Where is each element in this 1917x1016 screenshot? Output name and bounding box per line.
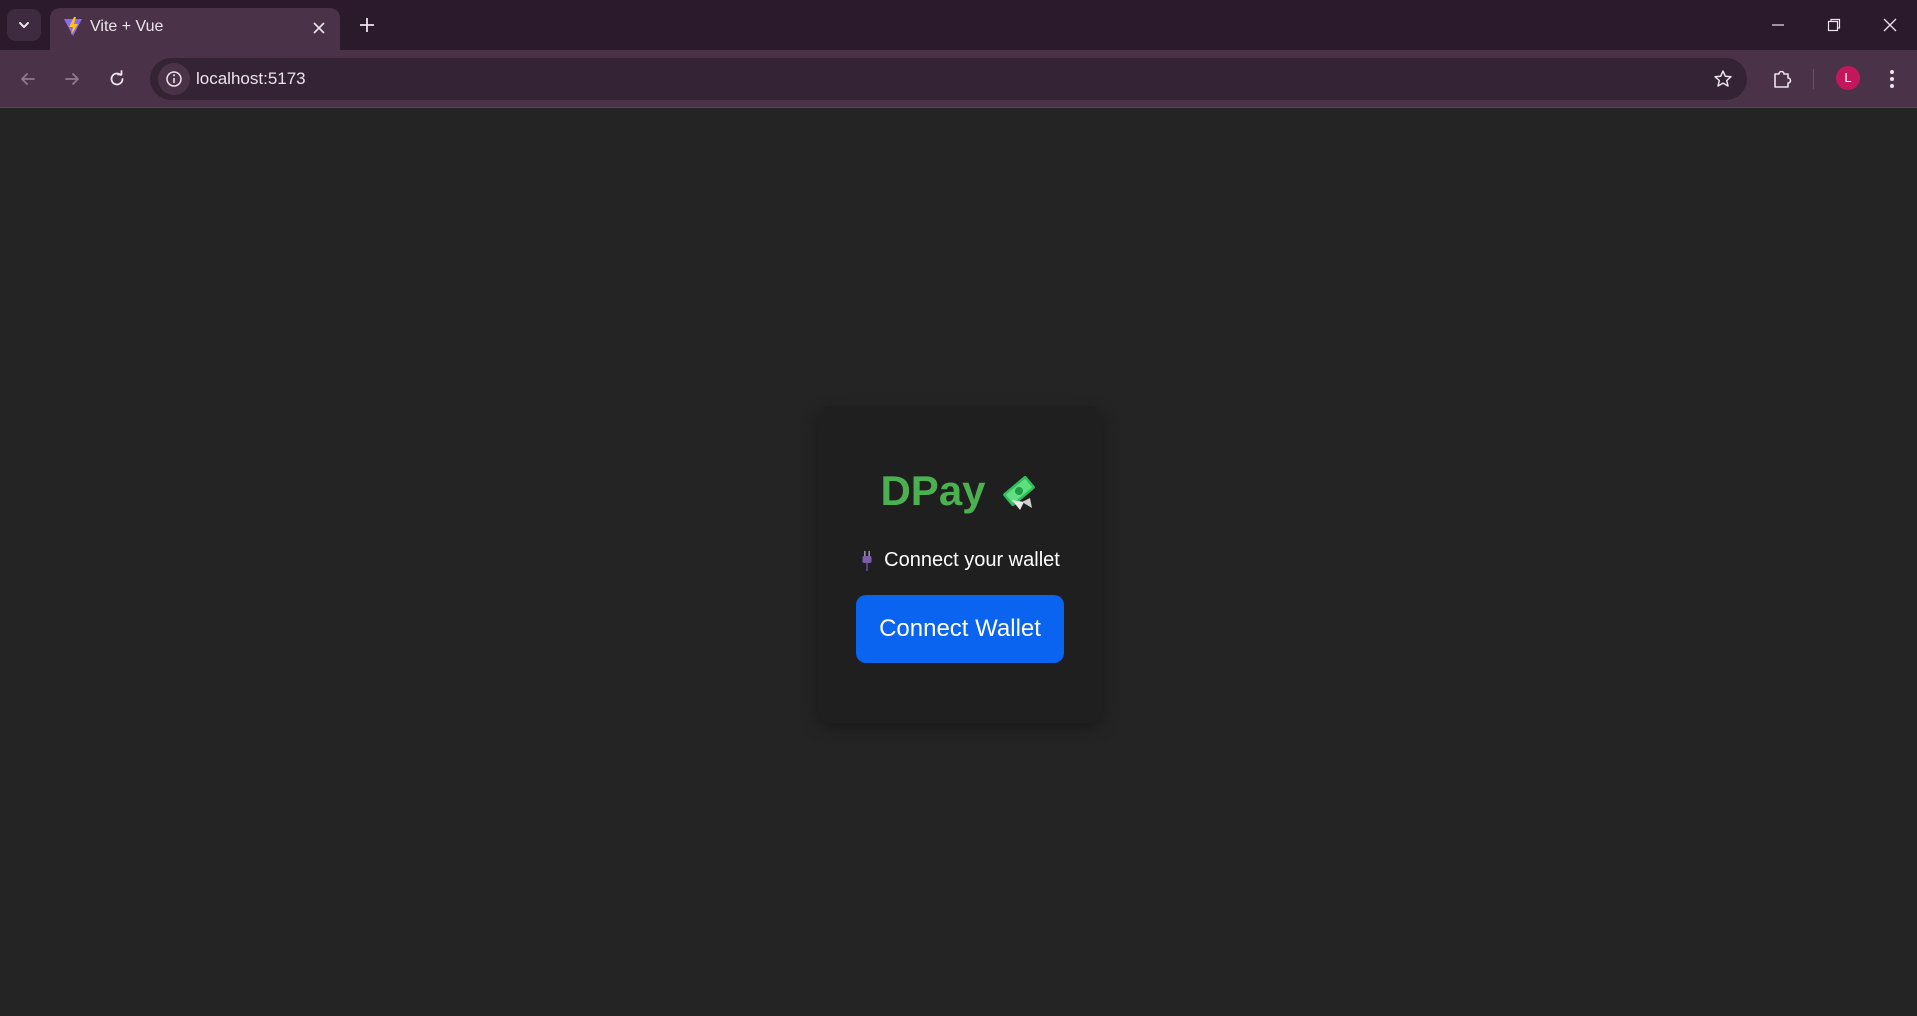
tab-search-button[interactable]: [7, 9, 41, 41]
close-icon: [313, 22, 325, 34]
site-info-button[interactable]: [158, 63, 190, 95]
url-text[interactable]: localhost:5173: [196, 69, 306, 89]
page-viewport: DPay Connect your wallet Connect Wallet: [0, 108, 1917, 1016]
star-icon: [1714, 70, 1732, 87]
browser-menu-button[interactable]: [1876, 63, 1908, 95]
plug-icon: [862, 550, 872, 571]
restore-button[interactable]: [1806, 0, 1862, 50]
reload-icon: [110, 70, 124, 86]
browser-toolbar: localhost:5173 L: [0, 50, 1917, 108]
vite-favicon-icon: [64, 17, 82, 36]
extensions-button[interactable]: [1766, 63, 1798, 95]
new-tab-button[interactable]: [352, 10, 382, 40]
browser-tab[interactable]: Vite + Vue: [50, 8, 340, 50]
wallet-status: Connect your wallet: [818, 549, 1102, 572]
info-icon: [166, 71, 182, 87]
back-button[interactable]: [12, 63, 44, 95]
close-icon: [1883, 18, 1897, 32]
toolbar-divider: [1813, 69, 1814, 89]
connect-wallet-button[interactable]: Connect Wallet: [856, 595, 1064, 663]
plus-icon: [360, 18, 374, 32]
arrow-right-icon: [65, 73, 79, 85]
money-with-wings-icon: [1002, 476, 1035, 510]
restore-icon: [1827, 18, 1841, 32]
chevron-down-icon: [19, 22, 29, 28]
bookmark-button[interactable]: [1711, 67, 1735, 91]
more-vertical-icon: [1890, 70, 1894, 88]
forward-button[interactable]: [56, 63, 88, 95]
reload-button[interactable]: [101, 63, 133, 95]
tab-title: Vite + Vue: [90, 18, 164, 35]
tab-close-button[interactable]: [308, 17, 330, 39]
minimize-icon: [1772, 24, 1784, 26]
app-title: DPay: [880, 467, 986, 514]
minimize-button[interactable]: [1750, 0, 1806, 50]
title-bar: Vite + Vue: [0, 0, 1917, 50]
status-text: Connect your wallet: [884, 549, 1060, 571]
wallet-card: DPay Connect your wallet Connect Wallet: [818, 407, 1102, 723]
address-bar[interactable]: localhost:5173: [150, 58, 1747, 100]
close-window-button[interactable]: [1862, 0, 1917, 50]
brand-header: DPay: [818, 467, 1102, 515]
profile-avatar[interactable]: L: [1836, 66, 1860, 90]
arrow-left-icon: [21, 73, 35, 85]
puzzle-icon: [1774, 70, 1792, 88]
